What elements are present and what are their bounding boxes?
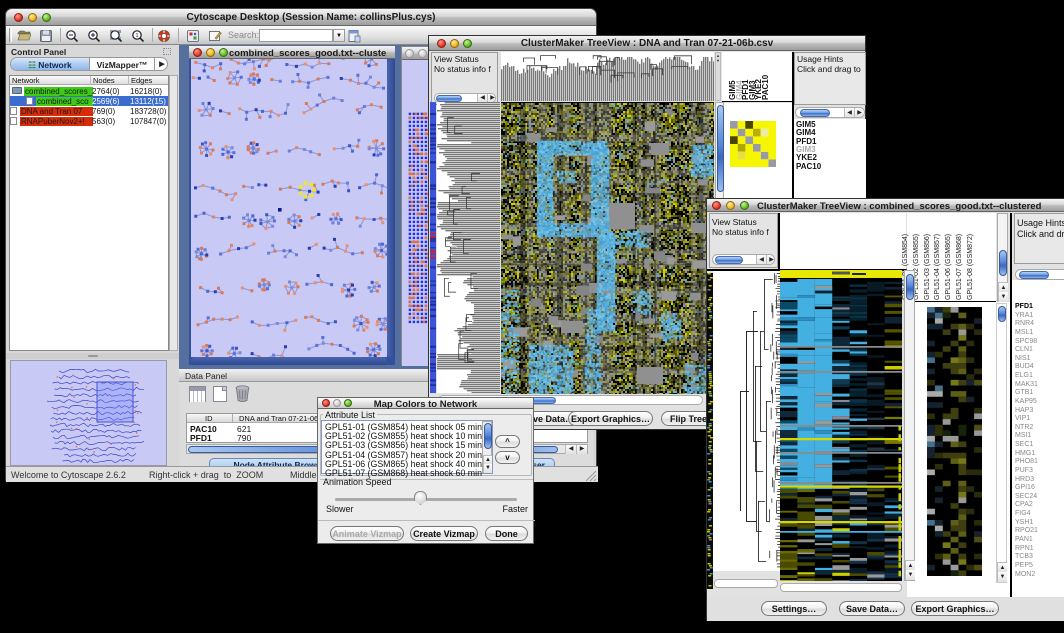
svg-text:1: 1 xyxy=(136,33,139,39)
